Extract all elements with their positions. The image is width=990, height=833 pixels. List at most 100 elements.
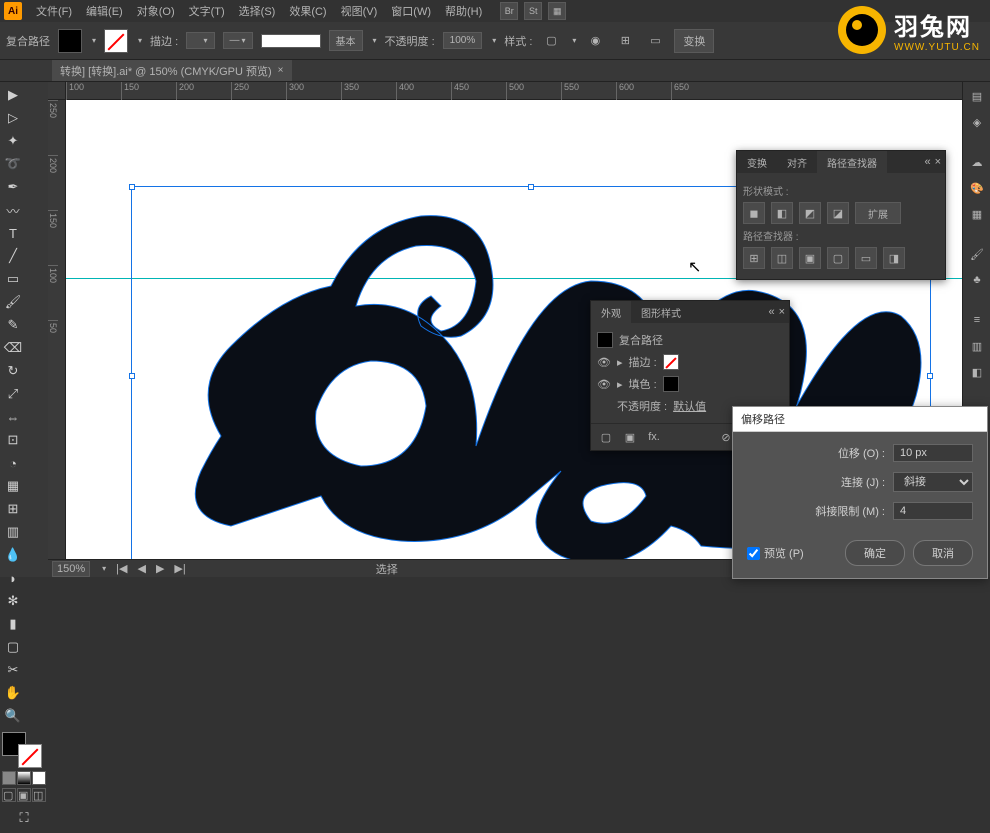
- panel-close-icon[interactable]: ×: [935, 156, 941, 168]
- offset-input[interactable]: [893, 444, 973, 462]
- gradient-tool[interactable]: ▥: [2, 521, 24, 543]
- preview-checkbox[interactable]: 预览 (P): [747, 545, 804, 561]
- panel-collapse-icon[interactable]: «: [924, 156, 930, 168]
- nav-first-icon[interactable]: |◀: [116, 562, 127, 575]
- zoom-tool[interactable]: 🔍: [2, 705, 24, 727]
- arrange-docs-icon[interactable]: ▦: [548, 2, 566, 20]
- intersect-button[interactable]: ◩: [799, 202, 821, 224]
- tab-appearance[interactable]: 外观: [591, 301, 631, 323]
- horizontal-ruler[interactable]: 100 150 200 250 300 350 400 450 500 550 …: [66, 82, 962, 100]
- stroke-profile[interactable]: —▾: [223, 32, 253, 49]
- draw-inside[interactable]: ◫: [32, 788, 46, 802]
- nav-prev-icon[interactable]: ◀: [137, 562, 145, 575]
- menu-help[interactable]: 帮助(H): [439, 0, 488, 22]
- free-transform-tool[interactable]: ⊡: [2, 429, 24, 451]
- ruler-origin[interactable]: [48, 82, 66, 100]
- color-mode-solid[interactable]: [2, 771, 16, 785]
- screen-mode-toggle[interactable]: ⛶: [2, 803, 46, 833]
- direct-selection-tool[interactable]: ▷: [2, 107, 24, 129]
- fill-swatch[interactable]: [58, 29, 82, 53]
- tab-align[interactable]: 对齐: [777, 151, 817, 173]
- fill-dropdown-icon[interactable]: ▾: [92, 36, 96, 45]
- preview-check-input[interactable]: [747, 547, 760, 560]
- shape-icon[interactable]: ▭: [644, 30, 666, 52]
- swatches-panel-icon[interactable]: ▦: [965, 202, 989, 226]
- tab-transform[interactable]: 变换: [737, 151, 777, 173]
- pen-tool[interactable]: ✒: [2, 176, 24, 198]
- miter-input[interactable]: [893, 502, 973, 520]
- menu-select[interactable]: 选择(S): [233, 0, 282, 22]
- shape-builder-tool[interactable]: ◔: [2, 452, 24, 474]
- divide-button[interactable]: ⊞: [743, 247, 765, 269]
- tab-graphic-styles[interactable]: 图形样式: [631, 301, 691, 323]
- color-mode-gradient[interactable]: [17, 771, 31, 785]
- layers-panel-icon[interactable]: ◈: [965, 110, 989, 134]
- transform-button[interactable]: 变换: [674, 29, 714, 53]
- scale-tool[interactable]: ⤢: [2, 383, 24, 405]
- trim-button[interactable]: ◫: [771, 247, 793, 269]
- paintbrush-tool[interactable]: 🖌: [2, 291, 24, 313]
- lasso-tool[interactable]: ➰: [2, 153, 24, 175]
- width-tool[interactable]: ⇔: [2, 406, 24, 428]
- eraser-tool[interactable]: ⌫: [2, 337, 24, 359]
- appearance-stroke-row[interactable]: 👁 ▸ 描边 :: [597, 351, 783, 373]
- artboard-tool[interactable]: ▢: [2, 636, 24, 658]
- tab-close-icon[interactable]: ×: [278, 65, 284, 76]
- menu-file[interactable]: 文件(F): [30, 0, 78, 22]
- visibility-icon[interactable]: 👁: [597, 378, 611, 391]
- menu-window[interactable]: 窗口(W): [385, 0, 437, 22]
- nav-next-icon[interactable]: ▶: [156, 562, 164, 575]
- perspective-tool[interactable]: ▦: [2, 475, 24, 497]
- expand-button[interactable]: 扩展: [855, 202, 901, 224]
- curvature-tool[interactable]: 〰: [2, 199, 24, 221]
- draw-mode[interactable]: ▢: [2, 788, 16, 802]
- shaper-tool[interactable]: ✎: [2, 314, 24, 336]
- brushes-panel-icon[interactable]: 🖌: [965, 242, 989, 266]
- rectangle-tool[interactable]: ▭: [2, 268, 24, 290]
- stroke-swatch[interactable]: [104, 29, 128, 53]
- menu-object[interactable]: 对象(O): [131, 0, 181, 22]
- stock-icon[interactable]: St: [524, 2, 542, 20]
- screen-mode[interactable]: ▣: [17, 788, 31, 802]
- slice-tool[interactable]: ✂: [2, 659, 24, 681]
- eyedropper-tool[interactable]: 💧: [2, 544, 24, 566]
- stroke-swatch[interactable]: [663, 354, 679, 370]
- expand-icon[interactable]: ▸: [617, 378, 623, 391]
- expand-icon[interactable]: ▸: [617, 356, 623, 369]
- rotate-tool[interactable]: ↻: [2, 360, 24, 382]
- menu-edit[interactable]: 编辑(E): [80, 0, 129, 22]
- stroke-dropdown-icon[interactable]: ▾: [138, 36, 142, 45]
- brush-style[interactable]: 基本: [329, 30, 363, 51]
- color-mode-none[interactable]: [32, 771, 46, 785]
- outline-button[interactable]: ▭: [855, 247, 877, 269]
- menu-type[interactable]: 文字(T): [183, 0, 231, 22]
- style-swatch-icon[interactable]: ▢: [540, 30, 562, 52]
- unite-button[interactable]: ◼: [743, 202, 765, 224]
- pathfinder-panel[interactable]: 变换 对齐 路径查找器 «× 形状模式 : ◼ ◧ ◩ ◪ 扩展 路径查找器 :…: [736, 150, 946, 280]
- hand-tool[interactable]: ✋: [2, 682, 24, 704]
- blend-tool[interactable]: ◗: [2, 567, 24, 589]
- minus-back-button[interactable]: ◨: [883, 247, 905, 269]
- line-tool[interactable]: ╱: [2, 245, 24, 267]
- nav-last-icon[interactable]: ▶|: [174, 562, 185, 575]
- libraries-panel-icon[interactable]: ☁: [965, 150, 989, 174]
- magic-wand-tool[interactable]: ✦: [2, 130, 24, 152]
- appearance-fill-row[interactable]: 👁 ▸ 填色 :: [597, 373, 783, 395]
- menu-effect[interactable]: 效果(C): [283, 0, 332, 22]
- stroke-weight-input[interactable]: ▾: [186, 32, 214, 49]
- bridge-icon[interactable]: Br: [500, 2, 518, 20]
- recolor-icon[interactable]: ◉: [584, 30, 606, 52]
- opacity-input[interactable]: 100%: [443, 32, 483, 49]
- minus-front-button[interactable]: ◧: [771, 202, 793, 224]
- offset-path-dialog[interactable]: 偏移路径 位移 (O) : 连接 (J) : 斜接 斜接限制 (M) : 预览 …: [732, 406, 988, 579]
- properties-panel-icon[interactable]: ▤: [965, 84, 989, 108]
- add-effect-icon[interactable]: fx.: [645, 428, 663, 446]
- brush-preview[interactable]: [261, 34, 321, 48]
- cancel-button[interactable]: 取消: [913, 540, 973, 566]
- panel-collapse-icon[interactable]: «: [768, 306, 774, 318]
- exclude-button[interactable]: ◪: [827, 202, 849, 224]
- join-select[interactable]: 斜接: [893, 472, 973, 492]
- selection-tool[interactable]: ▶: [2, 84, 24, 106]
- crop-button[interactable]: ▢: [827, 247, 849, 269]
- symbols-panel-icon[interactable]: ♣: [965, 268, 989, 292]
